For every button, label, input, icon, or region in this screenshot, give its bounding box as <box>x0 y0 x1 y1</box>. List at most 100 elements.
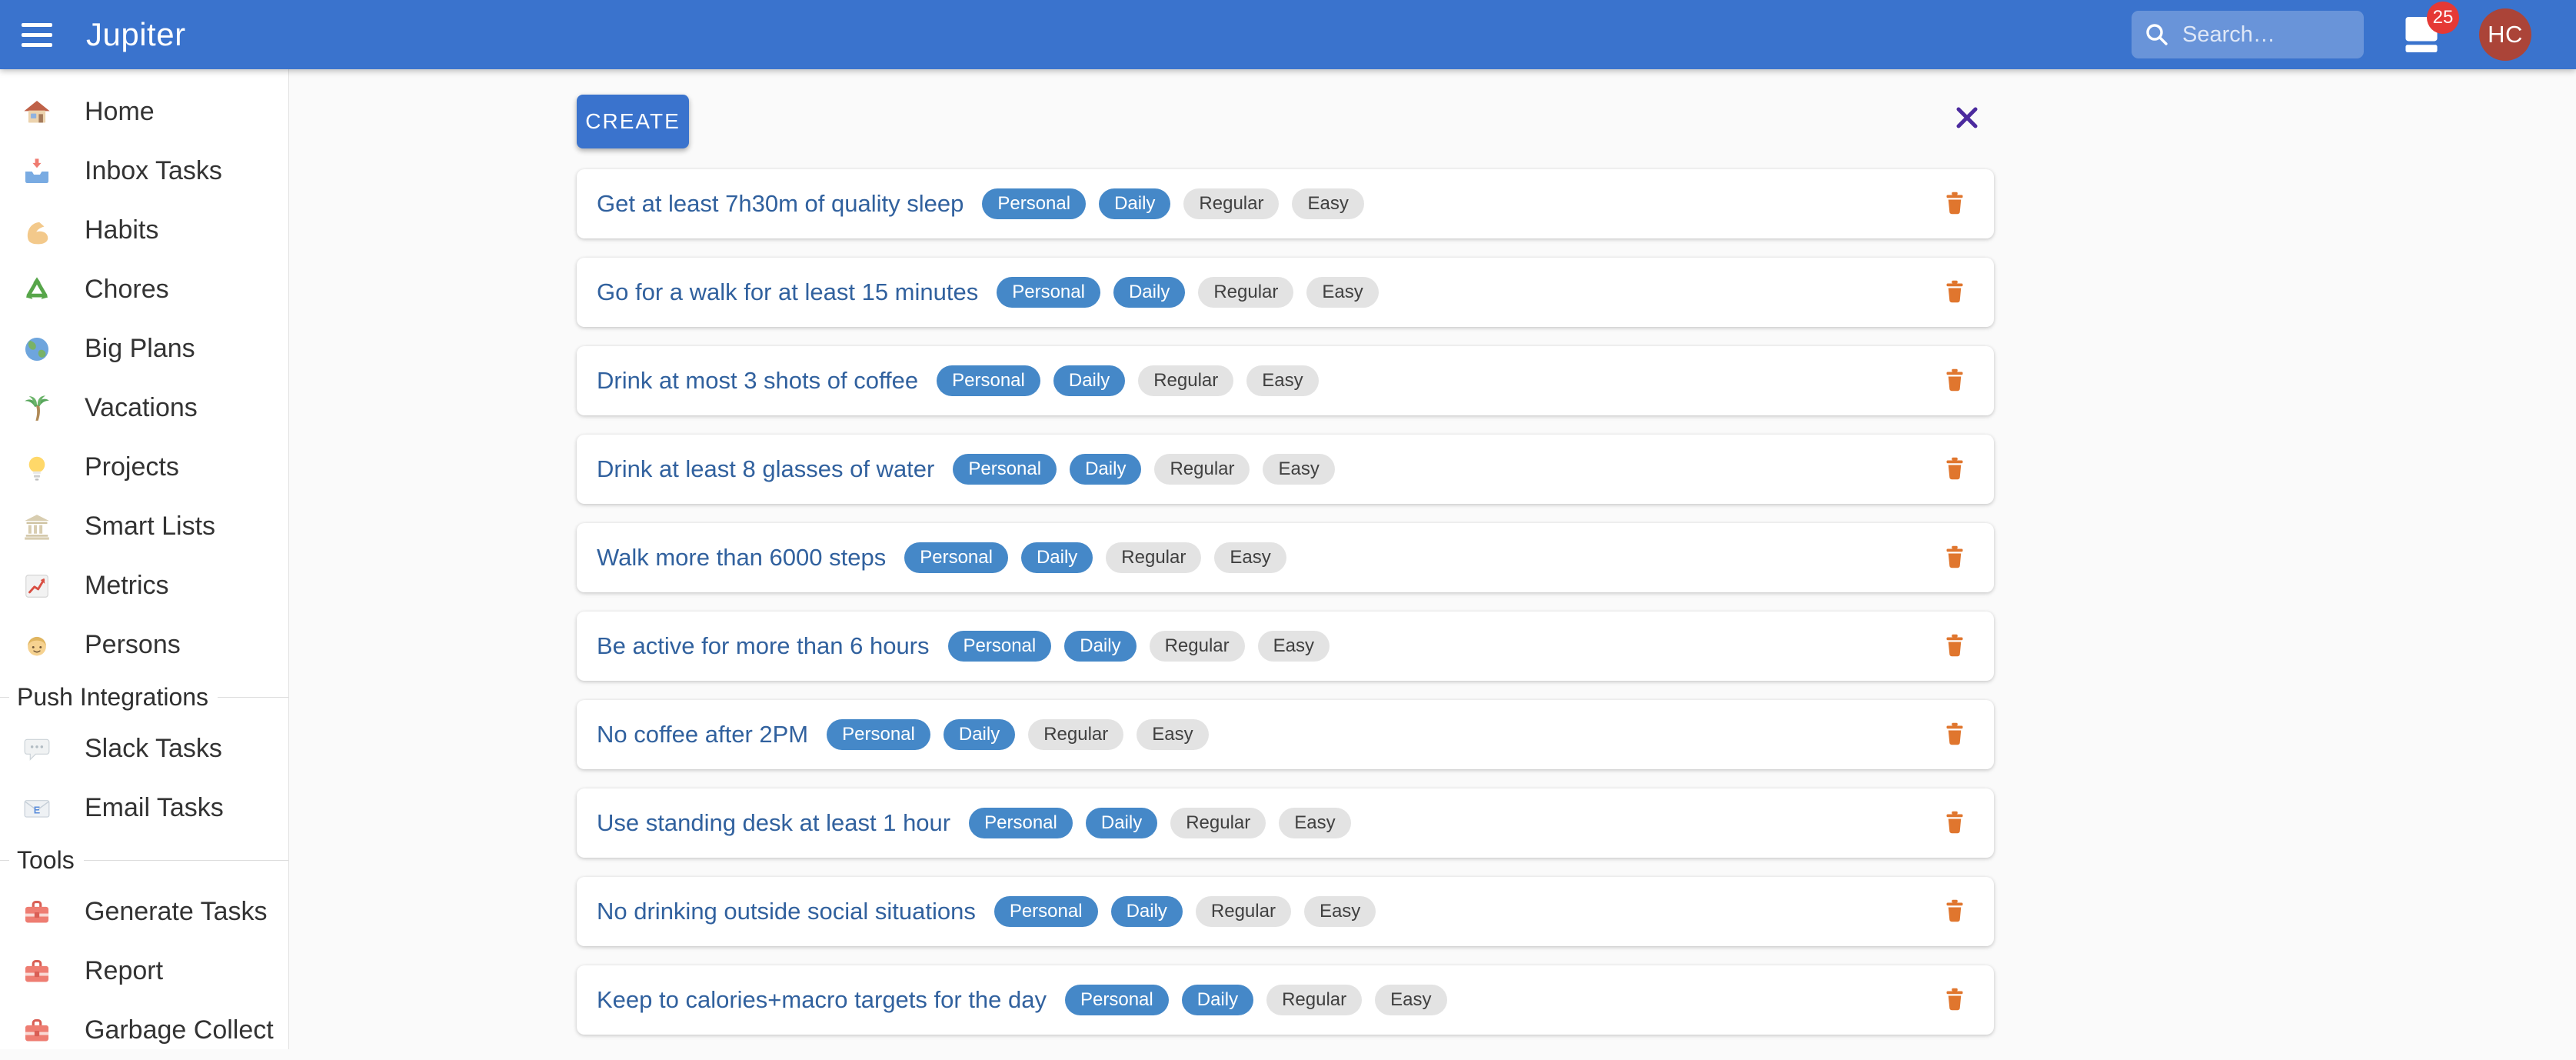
sidebar-item-smart-lists[interactable]: Smart Lists <box>0 497 288 556</box>
trash-button[interactable] <box>1937 363 1972 398</box>
task-list: Get at least 7h30m of quality sleep Perso… <box>577 169 1994 1035</box>
trash-icon <box>1941 985 1969 1015</box>
search-input[interactable] <box>2181 22 2350 48</box>
badge-daily: Daily <box>1111 896 1183 927</box>
trash-button[interactable] <box>1937 628 1972 664</box>
sidebar-item-chores[interactable]: Chores <box>0 260 288 319</box>
sidebar-item-label: Persons <box>85 630 181 660</box>
task-title-link[interactable]: Get at least 7h30m of quality sleep <box>597 190 964 218</box>
trash-button[interactable] <box>1937 717 1972 752</box>
sidebar-item-big-plans[interactable]: Big Plans <box>0 319 288 378</box>
badge-regular: Regular <box>1106 542 1201 573</box>
close-icon[interactable] <box>1952 103 1982 132</box>
sidebar-item-email-tasks[interactable]: E Email Tasks <box>0 778 288 838</box>
sidebar-item-report[interactable]: Report <box>0 942 288 1001</box>
trash-button[interactable] <box>1937 275 1972 310</box>
trash-button[interactable] <box>1937 540 1972 575</box>
trash-icon <box>1941 366 1969 396</box>
badge-daily: Daily <box>1182 985 1253 1015</box>
toolbox-icon <box>20 957 54 986</box>
badge-group: PersonalDailyRegularEasy <box>827 719 1208 750</box>
sidebar-item-label: Smart Lists <box>85 512 215 542</box>
sidebar-section-tools: Tools <box>0 838 288 882</box>
trash-icon <box>1941 189 1969 219</box>
search-box[interactable] <box>2132 11 2364 58</box>
inbox-document-icon[interactable]: 25 <box>2399 12 2444 57</box>
sidebar-item-garbage-collect[interactable]: Garbage Collect <box>0 1001 288 1060</box>
trash-icon <box>1941 808 1969 838</box>
sidebar-item-home[interactable]: Home <box>0 82 288 142</box>
divider-line <box>0 697 9 698</box>
sidebar-section-label: Tools <box>17 846 75 875</box>
sidebar-item-generate-tasks[interactable]: Generate Tasks <box>0 882 288 942</box>
trash-button[interactable] <box>1937 452 1972 487</box>
create-button[interactable]: CREATE <box>577 95 689 148</box>
badge-group: PersonalDailyRegularEasy <box>982 188 1363 219</box>
badge-easy: Easy <box>1258 631 1330 662</box>
sidebar-section-push-integrations: Push Integrations <box>0 675 288 719</box>
badge-personal: Personal <box>997 277 1100 308</box>
sidebar-item-metrics[interactable]: Metrics <box>0 556 288 615</box>
badge-regular: Regular <box>1170 808 1266 838</box>
task-title-link[interactable]: No coffee after 2PM <box>597 721 808 748</box>
badge-group: PersonalDailyRegularEasy <box>937 365 1318 396</box>
trash-button[interactable] <box>1937 805 1972 841</box>
badge-regular: Regular <box>1266 985 1362 1015</box>
sidebar-item-vacations[interactable]: Vacations <box>0 378 288 438</box>
task-title-link[interactable]: Keep to calories+macro targets for the d… <box>597 986 1047 1014</box>
task-card: No drinking outside social situations Per… <box>577 877 1994 946</box>
sidebar-item-label: Big Plans <box>85 334 195 364</box>
badge-easy: Easy <box>1304 896 1376 927</box>
trash-icon <box>1941 455 1969 485</box>
task-title-link[interactable]: Be active for more than 6 hours <box>597 632 930 660</box>
trash-icon <box>1941 278 1969 308</box>
svg-text:E: E <box>34 805 40 815</box>
badge-regular: Regular <box>1028 719 1123 750</box>
trash-button[interactable] <box>1937 982 1972 1018</box>
task-title-link[interactable]: Go for a walk for at least 15 minutes <box>597 278 978 306</box>
task-title-link[interactable]: No drinking outside social situations <box>597 898 976 925</box>
sidebar-item-label: Habits <box>85 215 158 245</box>
badge-group: PersonalDailyRegularEasy <box>1065 985 1446 1015</box>
sidebar-item-persons[interactable]: Persons <box>0 615 288 675</box>
task-card: Walk more than 6000 stepsPersonalDailyRe… <box>577 523 1994 592</box>
badge-easy: Easy <box>1214 542 1286 573</box>
task-title-link[interactable]: Use standing desk at least 1 hour <box>597 809 950 837</box>
badge-group: PersonalDailyRegularEasy <box>969 808 1350 838</box>
divider-line <box>218 697 288 698</box>
badge-group: PersonalDailyRegularEasy <box>948 631 1330 662</box>
badge-regular: Regular <box>1138 365 1233 396</box>
sidebar-item-label: Garbage Collect <box>85 1015 274 1045</box>
sidebar-item-label: Slack Tasks <box>85 734 222 764</box>
badge-regular: Regular <box>1154 454 1250 485</box>
badge-group: PersonalDailyRegularEasy <box>904 542 1286 573</box>
badge-personal: Personal <box>969 808 1073 838</box>
badge-personal: Personal <box>1065 985 1169 1015</box>
badge-daily: Daily <box>1099 188 1170 219</box>
notification-badge: 25 <box>2427 2 2459 34</box>
task-card: Be active for more than 6 hours PersonalD… <box>577 612 1994 681</box>
task-title-link[interactable]: Walk more than 6000 steps <box>597 544 886 572</box>
sidebar: Home Inbox Tasks Habits Chores Big Plans Vaca… <box>0 69 289 1049</box>
sidebar-item-slack-tasks[interactable]: Slack Tasks <box>0 719 288 778</box>
sidebar-item-projects[interactable]: Projects <box>0 438 288 497</box>
big-plans-icon <box>20 335 54 364</box>
persons-icon <box>20 631 54 660</box>
sidebar-item-label: Home <box>85 97 155 127</box>
sidebar-item-habits[interactable]: Habits <box>0 201 288 260</box>
hamburger-menu-icon[interactable] <box>22 19 55 50</box>
trash-button[interactable] <box>1937 894 1972 929</box>
badge-daily: Daily <box>1021 542 1093 573</box>
sidebar-item-label: Email Tasks <box>85 793 224 823</box>
badge-group: PersonalDailyRegularEasy <box>994 896 1376 927</box>
divider-line <box>0 860 9 861</box>
sidebar-item-label: Report <box>85 956 163 986</box>
avatar[interactable]: HC <box>2479 8 2531 61</box>
sidebar-item-inbox-tasks[interactable]: Inbox Tasks <box>0 142 288 201</box>
content-column: CREATE Get at least 7h30m of quality sle… <box>577 69 1994 1035</box>
trash-button[interactable] <box>1937 186 1972 222</box>
task-title-link[interactable]: Drink at least 8 glasses of water <box>597 455 934 483</box>
task-title-link[interactable]: Drink at most 3 shots of coffee <box>597 367 918 395</box>
projects-icon <box>20 453 54 482</box>
task-card: Keep to calories+macro targets for the d… <box>577 965 1994 1035</box>
